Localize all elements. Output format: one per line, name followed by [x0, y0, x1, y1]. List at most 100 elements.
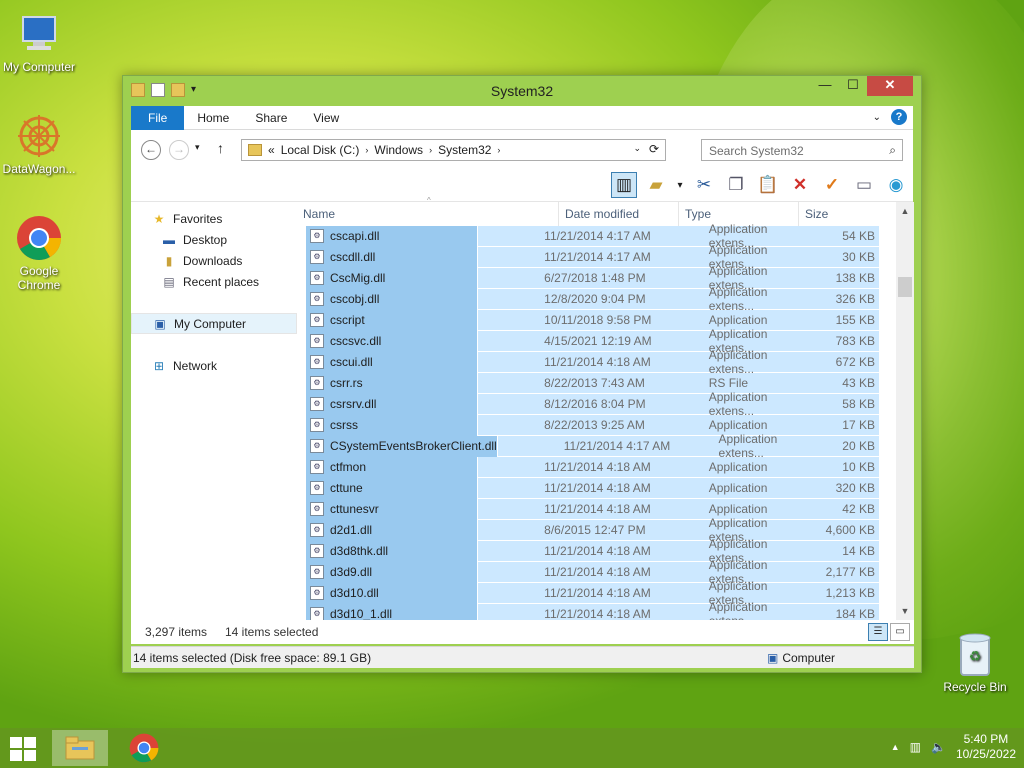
table-row[interactable]: ⚙ cscui.dll 11/21/2014 4:18 AM Application …	[306, 348, 879, 376]
nav-desktop[interactable]: ▬ Desktop	[131, 229, 297, 250]
tab-file[interactable]: File	[131, 105, 185, 130]
nav-favorites[interactable]: ★ Favorites	[131, 208, 297, 229]
nav-recent-places[interactable]: ▤ Recent places	[131, 271, 297, 292]
breadcrumb-overflow[interactable]: «	[268, 143, 275, 157]
status-right: Computer	[782, 651, 836, 665]
nav-network[interactable]: ⊞ Network	[131, 355, 297, 376]
size-cell: 10 KB	[842, 460, 875, 474]
file-rows: ⚙ cscapi.dll 11/21/2014 4:17 AM Application…	[306, 222, 879, 628]
type-cell: Application	[708, 418, 768, 432]
column-header-name[interactable]: Name	[297, 202, 559, 226]
explorer-window[interactable]: ▾ System32 — ☐ ✕ File Home Share View ⌄ …	[122, 75, 922, 673]
desktop-icon-recycle-bin[interactable]: ♻ Recycle Bin	[936, 630, 1014, 694]
volume-icon[interactable]: 🔈	[931, 740, 946, 754]
desktop-icon-datawagon[interactable]: DataWagon...	[0, 112, 78, 176]
breadcrumb-local-disk[interactable]: Local Disk (C:)	[281, 143, 360, 157]
file-name-cell[interactable]: ⚙ CscMig.dll	[306, 267, 479, 289]
taskbar-chrome[interactable]	[116, 730, 172, 766]
rename-icon[interactable]: ▭	[851, 172, 877, 198]
details-view-icon[interactable]: ☰	[868, 623, 888, 641]
file-name-cell[interactable]: ⚙ d2d1.dll	[306, 519, 479, 541]
breadcrumb-system32[interactable]: System32	[438, 143, 491, 157]
file-name-cell[interactable]: ⚙ cscript	[306, 309, 479, 331]
new-folder-icon[interactable]: ▰	[643, 172, 669, 198]
forward-button[interactable]: →	[169, 140, 189, 160]
copy-icon[interactable]: ❐	[723, 172, 749, 198]
file-type-icon: ⚙	[310, 292, 324, 306]
desktop-icon-google-chrome[interactable]: Google Chrome	[0, 214, 78, 292]
clock[interactable]: 5:40 PM 10/25/2022	[956, 732, 1016, 762]
vertical-scrollbar[interactable]: ▲ ▼	[896, 202, 914, 620]
file-type-icon: ⚙	[310, 397, 324, 411]
refresh-icon[interactable]: ⟳	[649, 142, 659, 156]
type-cell: Application	[708, 481, 768, 495]
search-input[interactable]: Search System32 ⌕	[701, 139, 903, 161]
address-bar[interactable]: « Local Disk (C:) › Windows › System32 ›…	[241, 139, 666, 161]
table-row[interactable]: ⚙ cttune 11/21/2014 4:18 AM Application 320 …	[306, 477, 879, 499]
file-name-cell[interactable]: ⚙ CSystemEventsBrokerClient.dll	[306, 435, 498, 457]
properties-globe-icon[interactable]: ◉	[883, 172, 909, 198]
file-name-cell[interactable]: ⚙ cscsvc.dll	[306, 330, 479, 352]
file-name-cell[interactable]: ⚙ csrr.rs	[306, 372, 479, 394]
large-icons-view-icon[interactable]: ▭	[890, 623, 910, 641]
address-dropdown-icon[interactable]: ⌄	[633, 143, 641, 154]
preview-pane-icon[interactable]: ▥	[611, 172, 637, 198]
date-modified-cell: 6/27/2018 1:48 PM	[544, 271, 646, 285]
network-status-icon[interactable]: ▥	[910, 740, 921, 754]
tab-view[interactable]: View	[300, 106, 352, 130]
breadcrumb-windows[interactable]: Windows	[374, 143, 423, 157]
file-name-cell[interactable]: ⚙ cscapi.dll	[306, 225, 479, 247]
help-icon[interactable]: ?	[891, 109, 907, 125]
column-header-date[interactable]: Date modified	[559, 202, 679, 226]
scroll-down-icon[interactable]: ▼	[896, 606, 914, 616]
select-all-icon[interactable]: ✓	[819, 172, 845, 198]
scroll-up-icon[interactable]: ▲	[896, 206, 914, 216]
file-name-cell[interactable]: ⚙ ctfmon	[306, 456, 479, 478]
file-name-cell[interactable]: ⚙ cttune	[306, 477, 479, 499]
file-name-cell[interactable]: ⚙ d3d8thk.dll	[306, 540, 479, 562]
table-row[interactable]: ⚙ csrsrv.dll 8/12/2016 8:04 PM Application …	[306, 390, 879, 418]
size-cell: 184 KB	[835, 607, 875, 621]
chevron-right-icon[interactable]: ›	[497, 145, 500, 155]
size-cell: 138 KB	[835, 271, 875, 285]
file-name-cell[interactable]: ⚙ csrss	[306, 414, 479, 436]
star-icon: ★	[153, 211, 165, 226]
delete-icon[interactable]: ✕	[787, 172, 813, 198]
file-name-cell[interactable]: ⚙ d3d10.dll	[306, 582, 479, 604]
date-modified-cell: 8/6/2015 12:47 PM	[544, 523, 646, 537]
scroll-thumb[interactable]	[898, 277, 912, 297]
minimize-button[interactable]: —	[811, 76, 839, 96]
back-button[interactable]: ←	[141, 140, 161, 160]
file-name-cell[interactable]: ⚙ cttunesvr	[306, 498, 479, 520]
tab-share[interactable]: Share	[242, 106, 300, 130]
nav-downloads[interactable]: ▮ Downloads	[131, 250, 297, 271]
show-hidden-icons-icon[interactable]: ▲	[891, 742, 900, 752]
status-left: 14 items selected (Disk free space: 89.1…	[133, 651, 372, 665]
paste-icon[interactable]: 📋	[755, 172, 781, 198]
cut-icon[interactable]: ✂	[691, 172, 717, 198]
file-name-cell[interactable]: ⚙ cscdll.dll	[306, 246, 479, 268]
file-name-cell[interactable]: ⚙ csrsrv.dll	[306, 393, 479, 415]
table-row[interactable]: ⚙ cscobj.dll 12/8/2020 9:04 PM Application …	[306, 285, 879, 313]
file-type-icon: ⚙	[310, 544, 324, 558]
chevron-right-icon[interactable]: ›	[365, 145, 368, 155]
table-row[interactable]: ⚙ CSystemEventsBrokerClient.dll 11/21/2014…	[306, 432, 879, 460]
chevron-right-icon[interactable]: ›	[429, 145, 432, 155]
desktop-icon-my-computer[interactable]: My Computer	[0, 10, 78, 74]
close-button[interactable]: ✕	[867, 76, 913, 96]
up-button[interactable]: ↑	[217, 140, 224, 156]
start-button[interactable]	[10, 737, 38, 761]
maximize-button[interactable]: ☐	[839, 76, 867, 96]
file-name-cell[interactable]: ⚙ cscobj.dll	[306, 288, 479, 310]
file-name-cell[interactable]: ⚙ cscui.dll	[306, 351, 479, 373]
nav-my-computer[interactable]: ▣ My Computer	[131, 313, 297, 334]
date-modified-cell: 11/21/2014 4:18 AM	[544, 544, 651, 558]
taskbar-file-explorer[interactable]	[52, 730, 108, 766]
table-row[interactable]: ⚙ ctfmon 11/21/2014 4:18 AM Application 10 K…	[306, 456, 879, 478]
title-bar[interactable]: ▾ System32 — ☐ ✕	[123, 76, 921, 106]
recent-locations-icon[interactable]: ▾	[195, 142, 200, 153]
tab-home[interactable]: Home	[184, 106, 242, 130]
expand-ribbon-icon[interactable]: ⌄	[873, 112, 881, 123]
chevron-down-icon[interactable]: ▾	[675, 172, 685, 198]
file-name-cell[interactable]: ⚙ d3d9.dll	[306, 561, 479, 583]
